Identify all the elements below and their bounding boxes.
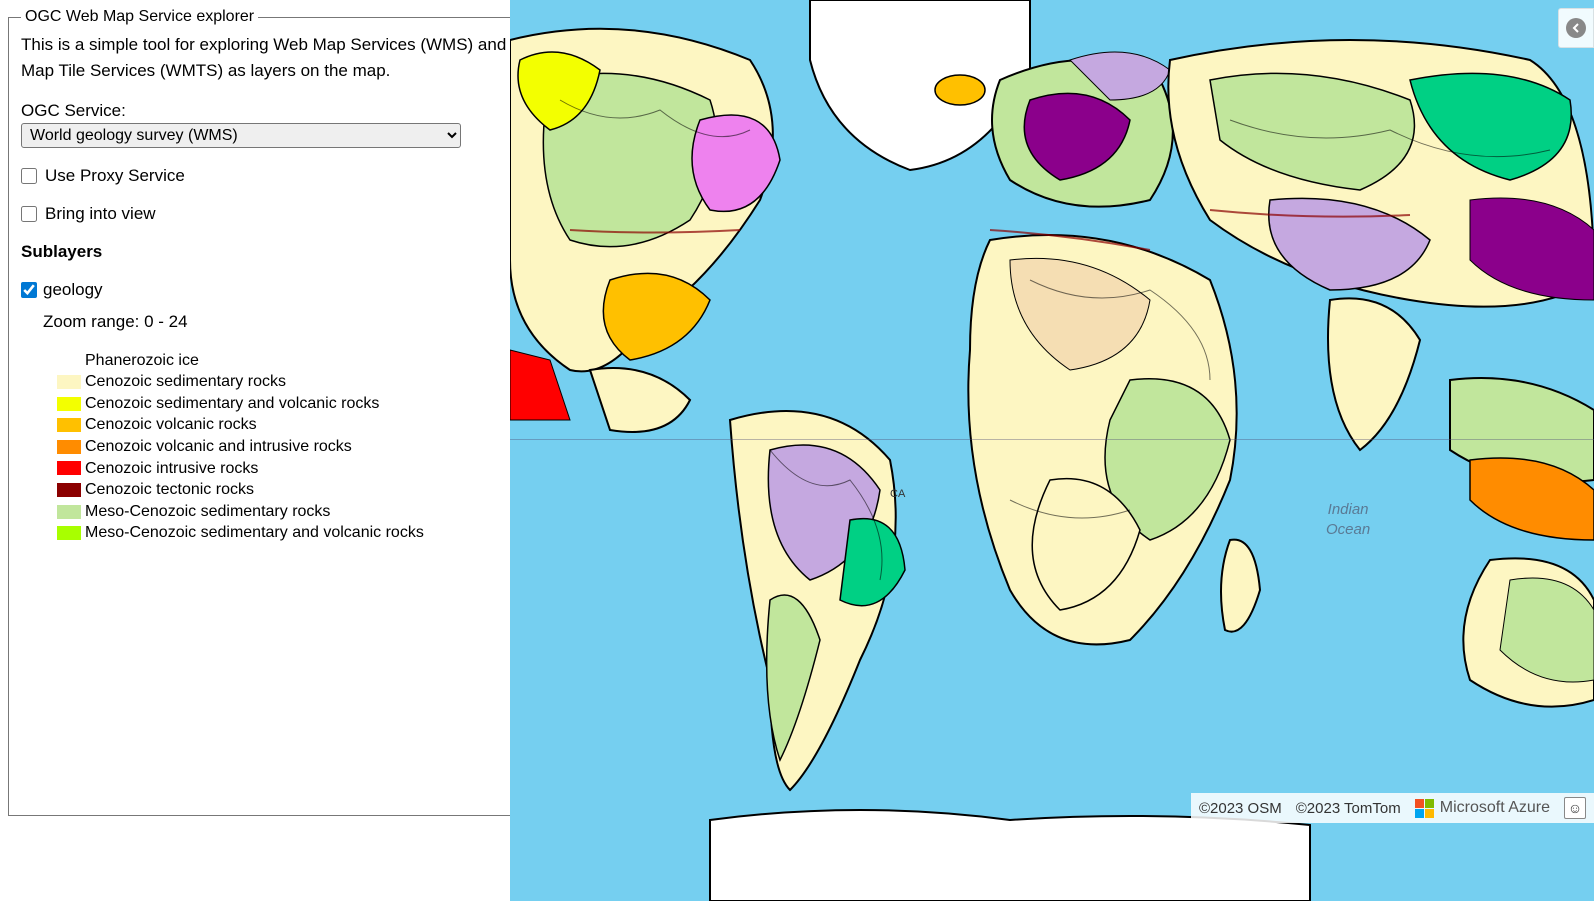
legend-swatch	[57, 483, 81, 497]
use-proxy-row: Use Proxy Service	[21, 166, 557, 186]
legend-swatch	[57, 353, 81, 367]
brand-text: Microsoft Azure	[1440, 799, 1550, 817]
feedback-button[interactable]: ☺	[1564, 797, 1586, 819]
ogc-service-select[interactable]: World geology survey (WMS)	[21, 123, 461, 148]
legend-item: Meso-Cenozoic sedimentary rocks	[57, 501, 557, 523]
legend-label: Cenozoic volcanic and intrusive rocks	[85, 436, 352, 458]
sublayer-row: geology	[21, 280, 557, 300]
legend-item: Cenozoic volcanic rocks	[57, 414, 557, 436]
sublayer-geology-label: geology	[43, 280, 103, 300]
legend-label: Meso-Cenozoic sedimentary rocks	[85, 501, 330, 523]
smiley-icon: ☺	[1568, 800, 1582, 816]
bring-into-view-checkbox[interactable]	[21, 206, 37, 222]
legend-label: Cenozoic intrusive rocks	[85, 458, 258, 480]
bring-into-view-row: Bring into view	[21, 204, 557, 224]
attribution-tomtom: ©2023 TomTom	[1296, 800, 1401, 817]
map-small-label: CA	[890, 488, 905, 500]
legend-swatch	[57, 526, 81, 540]
sublayers-container[interactable]: geology Zoom range: 0 - 24 Phanerozoic i…	[21, 280, 557, 570]
legend-swatch	[57, 418, 81, 432]
sublayers-header: Sublayers	[21, 242, 557, 262]
chevron-left-icon	[1566, 18, 1586, 38]
service-label: OGC Service:	[21, 101, 557, 121]
equator-line	[510, 439, 1594, 440]
panel-legend: OGC Web Map Service explorer	[21, 8, 258, 26]
map-attribution: ©2023 OSM ©2023 TomTom Microsoft Azure ☺	[1191, 793, 1594, 823]
use-proxy-checkbox[interactable]	[21, 168, 37, 184]
legend-label: Cenozoic tectonic rocks	[85, 479, 254, 501]
legend-item: Cenozoic sedimentary and volcanic rocks	[57, 393, 557, 415]
legend-label: Cenozoic volcanic rocks	[85, 414, 257, 436]
legend-item: Cenozoic intrusive rocks	[57, 458, 557, 480]
legend-item: Cenozoic sedimentary rocks	[57, 371, 557, 393]
legend-swatch	[57, 397, 81, 411]
legend-swatch	[57, 505, 81, 519]
map-svg	[510, 0, 1594, 901]
legend-item: Cenozoic volcanic and intrusive rocks	[57, 436, 557, 458]
bring-into-view-label: Bring into view	[45, 204, 156, 224]
attribution-osm: ©2023 OSM	[1199, 800, 1282, 817]
legend-label: Cenozoic sedimentary and volcanic rocks	[85, 393, 379, 415]
explorer-fieldset: OGC Web Map Service explorer This is a s…	[8, 8, 570, 816]
legend-swatch	[57, 461, 81, 475]
panel-collapse-button[interactable]	[1558, 8, 1594, 48]
map-canvas[interactable]: Indian Ocean CA ©2023 OSM ©2023 TomTom M…	[510, 0, 1594, 901]
microsoft-logo-icon	[1415, 799, 1434, 818]
legend-label: Cenozoic sedimentary rocks	[85, 371, 286, 393]
description-text: This is a simple tool for exploring Web …	[21, 32, 557, 85]
legend-label: Phanerozoic ice	[85, 350, 199, 372]
legend-item: Cenozoic tectonic rocks	[57, 479, 557, 501]
legend-swatch	[57, 375, 81, 389]
microsoft-azure-logo: Microsoft Azure	[1415, 799, 1550, 818]
legend-item: Meso-Cenozoic sedimentary and volcanic r…	[57, 522, 557, 544]
legend-label: Meso-Cenozoic sedimentary and volcanic r…	[85, 522, 424, 544]
sublayer-geology-checkbox[interactable]	[21, 282, 37, 298]
legend-list: Phanerozoic iceCenozoic sedimentary rock…	[57, 350, 557, 544]
control-panel: OGC Web Map Service explorer This is a s…	[0, 0, 510, 901]
zoom-range-label: Zoom range: 0 - 24	[43, 312, 557, 332]
ocean-label: Indian Ocean	[1326, 500, 1370, 539]
use-proxy-label: Use Proxy Service	[45, 166, 185, 186]
legend-item: Phanerozoic ice	[57, 350, 557, 372]
legend-swatch	[57, 440, 81, 454]
